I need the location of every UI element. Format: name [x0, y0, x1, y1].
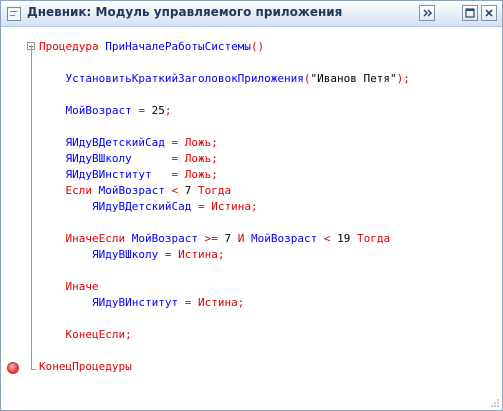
code-token: Истина: [178, 248, 218, 261]
code-token: =: [164, 248, 179, 261]
code-line[interactable]: [39, 87, 410, 103]
code-token: ;: [211, 136, 218, 149]
code-line[interactable]: [39, 311, 410, 327]
code-token: КонецПроцедуры: [39, 360, 132, 373]
code-line[interactable]: ЯИдуВДетскийСад = Истина;: [39, 199, 410, 215]
code-line[interactable]: КонецПроцедуры: [39, 359, 410, 375]
code-token: ЯИдуВШколу: [65, 152, 172, 165]
code-line[interactable]: УстановитьКраткийЗаголовокПриложения("Ив…: [39, 71, 410, 87]
code-token: ;: [217, 248, 225, 261]
code-token: ЯИдуВДетскийСад: [65, 136, 172, 149]
code-token: МойВозраст: [65, 104, 139, 117]
code-token: МойВозраст: [250, 232, 324, 245]
breakpoint-icon[interactable]: [7, 362, 19, 374]
resize-grip-icon[interactable]: [490, 398, 500, 408]
code-token: ;: [211, 168, 218, 181]
code-token: ПриНачалеРаботыСистемы: [105, 40, 251, 53]
code-token: <: [323, 232, 338, 245]
code-token: 7: [184, 184, 198, 197]
code-token: 19: [337, 232, 357, 245]
code-line[interactable]: [39, 263, 410, 279]
code-token: Истина: [197, 296, 238, 309]
code-token: ЯИдуВДетскийСад: [91, 200, 198, 213]
code-token: =: [171, 152, 185, 165]
code-token: Ложь: [184, 152, 212, 165]
code-token: >=: [204, 232, 225, 245]
fold-guide-line: [31, 45, 32, 370]
code-line[interactable]: [39, 119, 410, 135]
more-icon[interactable]: [419, 5, 435, 21]
code-line[interactable]: [39, 215, 410, 231]
code-token: КонецЕсли: [65, 328, 126, 341]
code-token: (): [250, 40, 265, 53]
maximize-icon[interactable]: [462, 5, 478, 21]
code-line[interactable]: Иначе: [39, 279, 410, 295]
code-token: "Иванов Петя": [310, 72, 397, 85]
code-token: ;: [125, 328, 132, 341]
code-token: Тогда: [197, 184, 232, 197]
code-line[interactable]: [39, 343, 410, 359]
code-token: Процедура: [39, 40, 106, 53]
code-line[interactable]: Если МойВозраст < 7 Тогда: [39, 183, 410, 199]
close-icon[interactable]: [481, 5, 497, 21]
code-token: И: [237, 232, 251, 245]
code-token: МойВозраст: [98, 184, 172, 197]
code-token: МойВозраст: [131, 232, 205, 245]
code-line[interactable]: ИначеЕсли МойВозраст >= 7 И МойВозраст <…: [39, 231, 410, 247]
code-line[interactable]: Процедура ПриНачалеРаботыСистемы(): [39, 39, 410, 55]
code-token: =: [171, 136, 185, 149]
window-title: Дневник: Модуль управляемого приложения: [27, 5, 343, 19]
code-token: Ложь: [184, 136, 212, 149]
title-bar[interactable]: Дневник: Модуль управляемого приложения: [1, 1, 502, 27]
module-window: Дневник: Модуль управляемого приложения …: [0, 0, 503, 411]
code-token: 25: [151, 104, 165, 117]
code-line[interactable]: ЯИдуВШколу = Истина;: [39, 247, 410, 263]
code-token: Тогда: [356, 232, 391, 245]
code-token: =: [184, 296, 198, 309]
code-token: ;: [237, 296, 245, 309]
code-line[interactable]: ЯИдуВДетскийСад = Ложь;: [39, 135, 410, 151]
code-line[interactable]: ЯИдуВИнститут = Ложь;: [39, 167, 410, 183]
code-line[interactable]: ЯИдуВИнститут = Истина;: [39, 295, 410, 311]
code-line[interactable]: ЯИдуВШколу = Ложь;: [39, 151, 410, 167]
code-token: Истина: [211, 200, 251, 213]
code-token: <: [171, 184, 185, 197]
module-icon: [7, 7, 21, 21]
code-token: Ложь: [184, 168, 212, 181]
code-token: ЯИдуВИнститут: [65, 168, 172, 181]
code-token: Если: [65, 184, 99, 197]
code-token: УстановитьКраткийЗаголовокПриложения: [65, 72, 304, 85]
code-token: 7: [224, 232, 238, 245]
code-token: ЯИдуВШколу: [91, 248, 165, 261]
code-token: =: [197, 200, 212, 213]
code-token: );: [396, 72, 410, 85]
code-token: =: [171, 168, 185, 181]
code-token: ;: [211, 152, 218, 165]
code-line[interactable]: КонецЕсли;: [39, 327, 410, 343]
code-token: Иначе: [65, 280, 99, 293]
code-token: ;: [250, 200, 258, 213]
code-token: ЯИдуВИнститут: [91, 296, 185, 309]
fold-end-tick: [31, 369, 36, 370]
code-line[interactable]: МойВозраст = 25;: [39, 103, 410, 119]
code-token: (: [303, 72, 311, 85]
code-editor[interactable]: Процедура ПриНачалеРаботыСистемы() Устан…: [39, 39, 410, 375]
code-token: =: [138, 104, 152, 117]
code-line[interactable]: [39, 55, 410, 71]
code-token: ;: [164, 104, 172, 117]
code-token: ИначеЕсли: [65, 232, 132, 245]
